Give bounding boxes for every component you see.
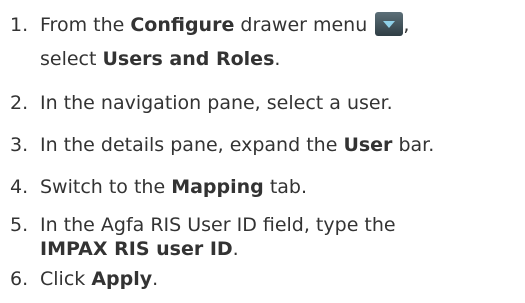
step-number: 2. — [10, 92, 29, 114]
step-text: Switch to the Mapping tab. — [40, 176, 308, 198]
step-text: In the Agfa RIS User ID field, type the … — [40, 213, 518, 261]
step-number: 4. — [10, 176, 29, 198]
users-and-roles-label: Users and Roles — [102, 48, 275, 70]
dropdown-arrow-icon — [375, 12, 404, 36]
step-text-line2: select Users and Roles. — [40, 48, 281, 70]
user-bar-label: User — [343, 134, 393, 156]
step-text: From the Configure drawer menu , select … — [40, 8, 518, 76]
apply-label: Apply — [91, 268, 153, 290]
step-number: 6. — [10, 268, 29, 290]
step-number: 1. — [10, 14, 29, 36]
step-text-line2: IMPAX RIS user ID. — [40, 238, 239, 260]
impax-ris-user-id-label: IMPAX RIS user ID — [40, 238, 233, 260]
mapping-tab-label: Mapping — [171, 176, 264, 198]
step-text: Click Apply. — [40, 268, 159, 290]
configure-label: Configure — [130, 14, 235, 36]
step-number: 3. — [10, 134, 29, 156]
step-text: In the navigation pane, select a user. — [40, 92, 393, 114]
step-number: 5. — [10, 214, 29, 236]
step-text: In the details pane, expand the User bar… — [40, 134, 435, 156]
